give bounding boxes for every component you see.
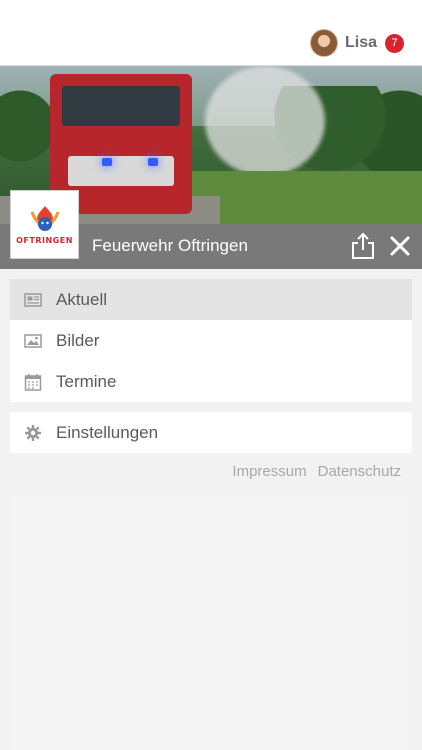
- datenschutz-link[interactable]: Datenschutz: [318, 463, 401, 480]
- avatar[interactable]: [309, 29, 338, 57]
- share-icon[interactable]: [350, 232, 376, 260]
- organization-logo: OFTRINGEN: [10, 190, 79, 259]
- gear-icon: [25, 424, 41, 441]
- menu-item-einstellungen[interactable]: Einstellungen: [10, 412, 412, 453]
- menu-item-label: Aktuell: [56, 289, 108, 309]
- user-profile[interactable]: Lisa 7: [309, 28, 404, 58]
- impressum-link[interactable]: Impressum: [232, 463, 306, 480]
- close-icon[interactable]: [386, 232, 414, 260]
- top-bar: Lisa 7: [0, 0, 422, 66]
- main-menu: Aktuell Bilder Termine: [10, 279, 412, 402]
- calendar-icon: [24, 373, 42, 391]
- menu-item-termine[interactable]: Termine: [10, 361, 412, 402]
- flame-icon: [30, 206, 59, 231]
- menu-item-label: Termine: [56, 371, 117, 391]
- menu-item-label: Einstellungen: [56, 422, 159, 442]
- footer-links: Impressum Datenschutz: [232, 463, 401, 480]
- user-name[interactable]: Lisa: [345, 34, 377, 52]
- settings-menu: Einstellungen: [10, 412, 412, 453]
- notification-badge[interactable]: 7: [385, 33, 404, 53]
- newspaper-icon: [24, 292, 42, 307]
- menu-item-bilder[interactable]: Bilder: [10, 320, 412, 361]
- logo-text: OFTRINGEN: [16, 236, 73, 245]
- organization-name: Feuerwehr Oftringen: [92, 236, 248, 255]
- menu-item-aktuell[interactable]: Aktuell: [10, 279, 412, 320]
- empty-panel: [10, 494, 412, 750]
- menu-item-label: Bilder: [56, 330, 100, 350]
- image-icon: [24, 333, 42, 348]
